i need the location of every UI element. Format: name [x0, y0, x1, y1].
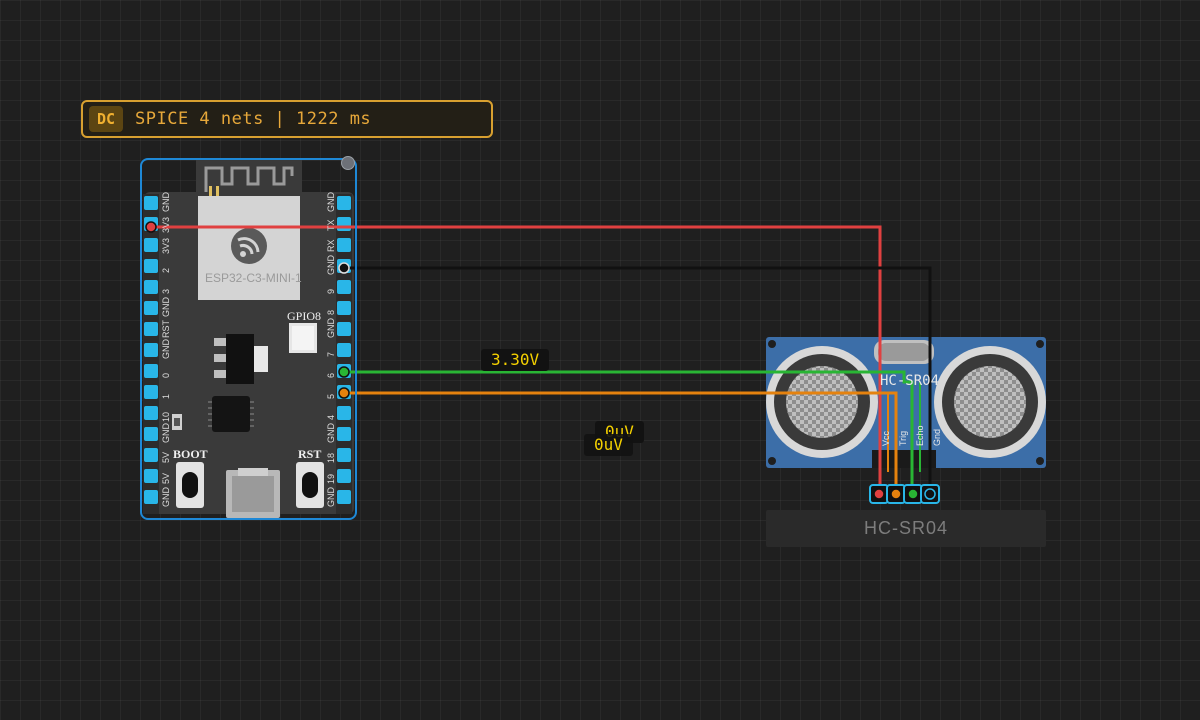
pin-label-right: 19 — [326, 473, 336, 484]
pin-label-right: GND — [326, 318, 336, 338]
pin-label-right: TX — [326, 219, 336, 231]
voltage-probe-vcc[interactable]: 3.30V — [481, 349, 550, 371]
pin-label-left: GND — [161, 423, 171, 443]
board-resize-handle[interactable] — [341, 156, 355, 170]
pin-label-right: GND — [326, 487, 336, 507]
pin-label-right: 8 — [326, 309, 336, 315]
pin-label-left: GND — [161, 339, 171, 359]
pin-label-right: 5 — [326, 393, 336, 399]
hc-sr04-sensor[interactable] — [766, 337, 1046, 468]
pin-label-right: GND — [326, 255, 336, 275]
pin-label-left: 5V — [161, 451, 171, 463]
pin-label-left: GND — [161, 487, 171, 507]
sensor-pin-label-trig: Trig — [898, 430, 908, 446]
rst-label: RST — [298, 447, 322, 461]
pin-label-left: 2 — [161, 267, 171, 273]
pin-label-left: 10 — [161, 411, 171, 422]
boot-label: BOOT — [173, 447, 208, 461]
module-label: ESP32-C3-MINI-1 — [205, 271, 302, 285]
sensor-pins[interactable] — [869, 484, 940, 504]
pin-label-right: 9 — [326, 288, 336, 294]
pin-label-left: 0 — [161, 372, 171, 378]
voltage-probe-echo[interactable]: 0uV — [584, 434, 633, 456]
pin-label-left: 1 — [161, 393, 171, 399]
pin-label-right: RX — [326, 239, 336, 252]
sensor-pin-label-gnd: Gnd — [932, 428, 942, 446]
gpio8-label: GPIO8 — [287, 309, 322, 323]
pin-label-right: GND — [326, 192, 336, 212]
part-name-label[interactable]: HC-SR04 — [766, 510, 1046, 547]
pin-label-left: 5V — [161, 472, 171, 484]
sensor-pin-label-vcc: Vcc — [881, 430, 891, 446]
board-selection-frame[interactable] — [140, 158, 357, 520]
pin-label-left: 3V3 — [161, 237, 171, 254]
pin-label-left: GND — [161, 192, 171, 212]
pin-label-left: 3V3 — [161, 216, 171, 233]
pin-label-left: GND — [161, 297, 171, 317]
pin-label-right: 7 — [326, 351, 336, 357]
pin-label-right: 4 — [326, 414, 336, 420]
sensor-silkscreen-label: HC-SR04 — [880, 373, 940, 389]
sensor-pin-label-echo: Echo — [915, 425, 925, 446]
pin-label-right: GND — [326, 423, 336, 443]
pin-label-left: 3 — [161, 288, 171, 294]
pin-label-right: 6 — [326, 372, 336, 378]
pin-label-left: RST — [161, 320, 171, 338]
pin-label-right: 18 — [326, 452, 336, 463]
